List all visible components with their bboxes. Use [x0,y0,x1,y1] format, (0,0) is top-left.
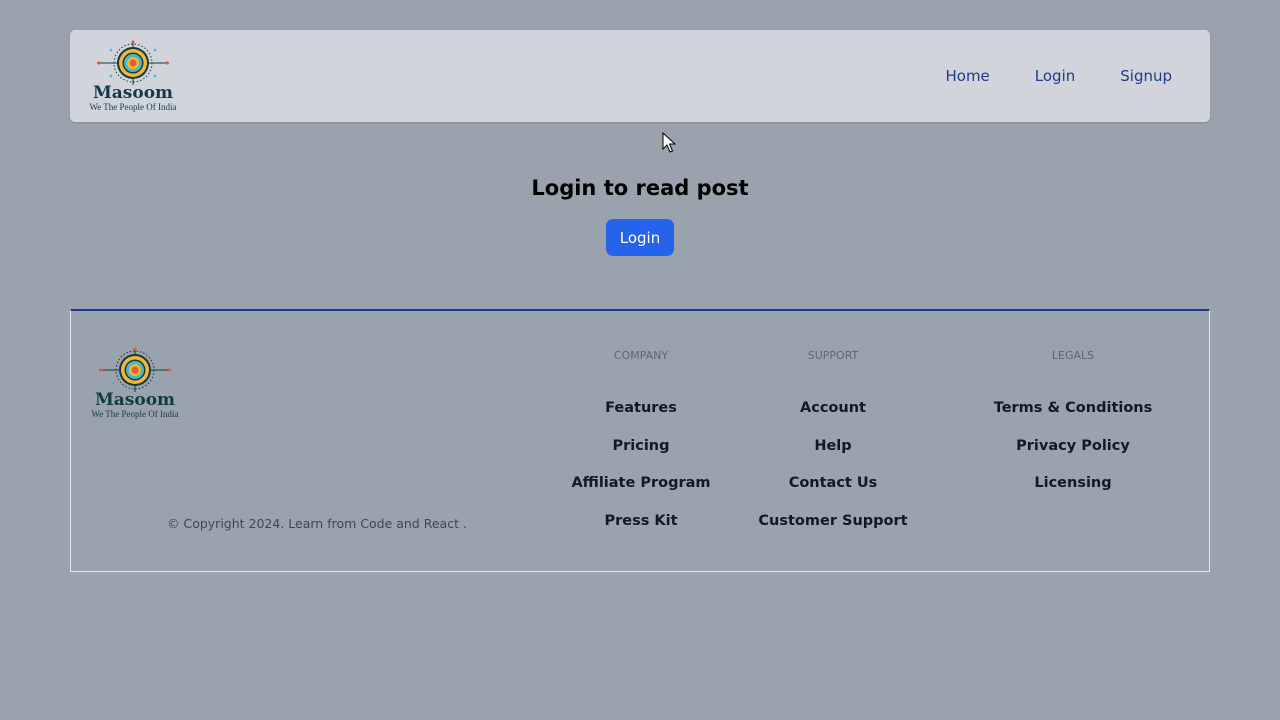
target-logo-icon [99,347,171,392]
logo-name: Masoom [92,83,174,103]
footer-link-help[interactable]: Help [733,438,933,476]
footer-logo[interactable]: Masoom We The People Of India [85,347,185,419]
footer-link-affiliate-program[interactable]: Affiliate Program [541,475,741,513]
footer-link-contact-us[interactable]: Contact Us [733,475,933,513]
footer-column-support: Support Account Help Contact Us Customer… [733,349,933,550]
footer-column-company: Company Features Pricing Affiliate Progr… [541,349,741,550]
footer-link-terms-conditions[interactable]: Terms & Conditions [973,400,1173,438]
login-button[interactable]: Login [606,219,674,256]
footer-link-pricing[interactable]: Pricing [541,438,741,476]
footer-column-title: Company [613,349,669,362]
footer-link-press-kit[interactable]: Press Kit [541,513,741,551]
page-heading: Login to read post [531,176,749,200]
logo-tagline: We The People Of India [89,102,177,112]
nav-link-home[interactable]: Home [945,67,989,85]
footer-column-legals: Legals Terms & Conditions Privacy Policy… [973,349,1173,513]
logo-name: Masoom [94,390,176,410]
logo-tagline: We The People Of India [91,409,179,419]
nav-link-signup[interactable]: Signup [1120,67,1172,85]
mouse-cursor-icon [662,132,676,153]
site-header: Masoom We The People Of India Home Login… [70,30,1210,122]
footer-link-account[interactable]: Account [733,400,933,438]
footer-column-title: Support [807,349,859,362]
footer-link-features[interactable]: Features [541,400,741,438]
footer-column-title: Legals [1051,349,1095,362]
site-footer: Masoom We The People Of India © Copyrigh… [70,309,1210,572]
main-nav: Home Login Signup [900,30,1172,122]
header-logo[interactable]: Masoom We The People Of India [83,40,183,112]
footer-link-licensing[interactable]: Licensing [973,475,1173,513]
nav-link-login[interactable]: Login [1035,67,1075,85]
copyright-text: © Copyright 2024. Learn from Code and Re… [167,516,467,531]
target-logo-icon [97,40,169,85]
footer-link-privacy-policy[interactable]: Privacy Policy [973,438,1173,476]
footer-link-customer-support[interactable]: Customer Support [733,513,933,551]
